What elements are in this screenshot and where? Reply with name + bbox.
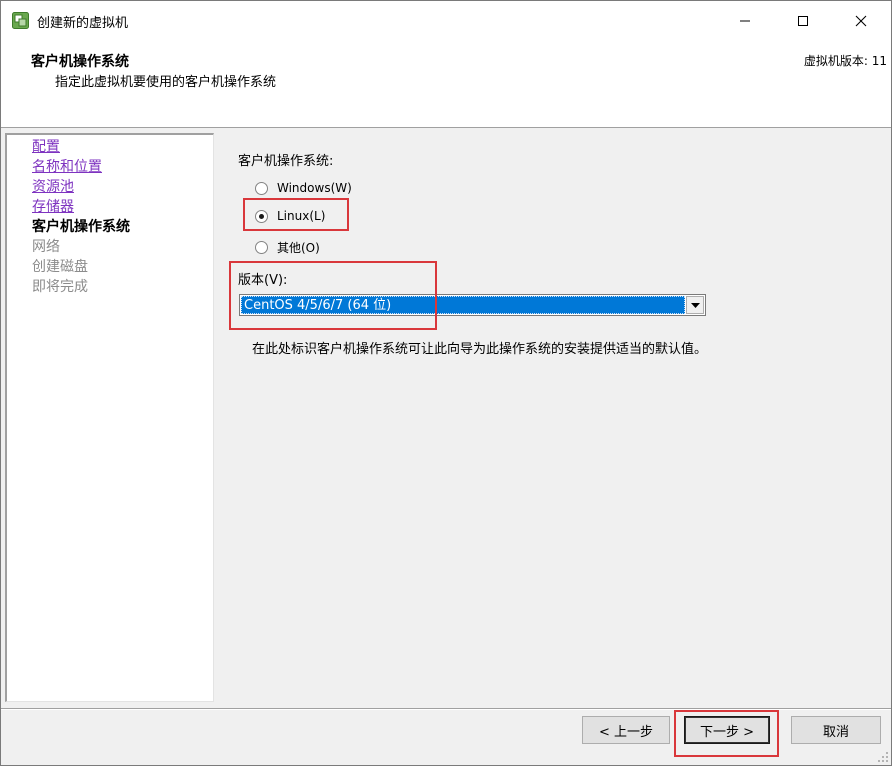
next-button[interactable]: 下一步 > bbox=[684, 716, 770, 744]
minimize-icon bbox=[740, 20, 750, 22]
step-storage[interactable]: 存储器 bbox=[32, 197, 74, 217]
maximize-button[interactable] bbox=[774, 1, 832, 41]
guest-os-hint: 在此处标识客户机操作系统可让此向导为此操作系统的安装提供适当的默认值。 bbox=[252, 342, 708, 357]
wizard-header: 客户机操作系统 指定此虚拟机要使用的客户机操作系统 虚拟机版本: 11 bbox=[1, 41, 891, 128]
cancel-button[interactable]: 取消 bbox=[791, 716, 881, 744]
radio-linux[interactable]: Linux(L) bbox=[255, 209, 325, 223]
radio-other[interactable]: 其他(O) bbox=[255, 239, 320, 256]
step-config[interactable]: 配置 bbox=[32, 137, 60, 157]
close-button[interactable] bbox=[832, 1, 890, 41]
resize-grip-icon[interactable] bbox=[877, 751, 889, 763]
minimize-button[interactable] bbox=[716, 1, 774, 41]
page-subtitle: 指定此虚拟机要使用的客户机操作系统 bbox=[55, 75, 277, 90]
close-icon bbox=[855, 15, 867, 27]
page-title: 客户机操作系统 bbox=[31, 54, 129, 70]
version-select[interactable]: CentOS 4/5/6/7 (64 位) bbox=[239, 294, 706, 316]
step-name-location[interactable]: 名称和位置 bbox=[32, 157, 102, 177]
window-title: 创建新的虚拟机 bbox=[37, 16, 129, 31]
radio-windows-button[interactable] bbox=[255, 181, 268, 195]
radio-linux-button[interactable] bbox=[255, 209, 268, 223]
step-ready-to-complete: 即将完成 bbox=[32, 279, 88, 295]
radio-other-label: 其他(O) bbox=[277, 241, 320, 255]
step-guest-os: 客户机操作系统 bbox=[32, 219, 130, 235]
vm-version-label: 虚拟机版本: 11 bbox=[803, 54, 887, 68]
step-create-disk: 创建磁盘 bbox=[32, 259, 88, 275]
back-button[interactable]: < 上一步 bbox=[582, 716, 670, 744]
version-label: 版本(V): bbox=[238, 273, 288, 288]
radio-windows[interactable]: Windows(W) bbox=[255, 181, 352, 195]
dropdown-arrow-icon[interactable] bbox=[686, 296, 704, 314]
step-network: 网络 bbox=[32, 239, 60, 255]
wizard-window: 创建新的虚拟机 客户机操作系统 指定此虚拟机要使用的客户机操作系统 虚拟机版本:… bbox=[0, 0, 892, 766]
guest-os-label: 客户机操作系统: bbox=[238, 154, 334, 169]
wizard-steps-nav: 配置 名称和位置 资源池 存储器 客户机操作系统 网络 创建磁盘 即将完成 bbox=[5, 133, 214, 702]
title-bar: 创建新的虚拟机 bbox=[1, 1, 891, 41]
step-resource-pool[interactable]: 资源池 bbox=[32, 177, 74, 197]
radio-windows-label: Windows(W) bbox=[277, 181, 352, 195]
version-select-value: CentOS 4/5/6/7 (64 位) bbox=[241, 296, 685, 314]
maximize-icon bbox=[798, 16, 808, 26]
footer-divider bbox=[1, 708, 891, 710]
radio-other-button[interactable] bbox=[255, 241, 268, 254]
radio-linux-label: Linux(L) bbox=[277, 209, 326, 223]
vsphere-logo-icon bbox=[12, 12, 29, 29]
